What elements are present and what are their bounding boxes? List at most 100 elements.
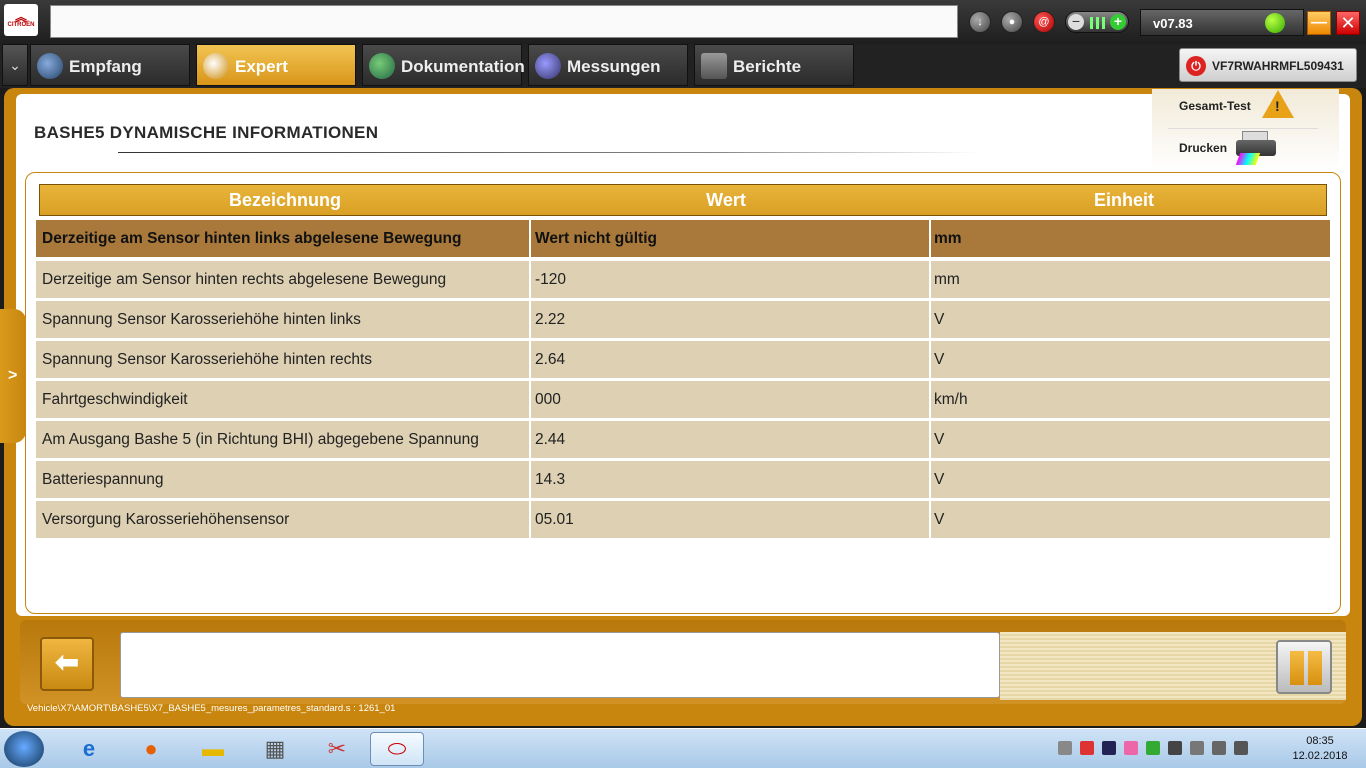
cell-name: Spannung Sensor Karosseriehöhe hinten li…	[36, 301, 529, 338]
pause-icon	[1308, 651, 1322, 685]
tray-icon[interactable]	[1102, 741, 1116, 755]
cell-unit: mm	[931, 220, 1330, 257]
version-badge: v07.83	[1140, 9, 1304, 36]
message-box	[120, 632, 1000, 698]
citroen-logo: ︽ CITROËN	[4, 4, 38, 36]
tray-check-icon[interactable]	[1146, 741, 1160, 755]
cell-value: 2.22	[531, 301, 929, 338]
clock[interactable]: 08:35 12.02.2018	[1282, 734, 1358, 764]
globe-icon[interactable]	[1265, 13, 1285, 33]
cell-unit: km/h	[931, 381, 1330, 418]
pause-button[interactable]	[1276, 640, 1332, 694]
tab-expert[interactable]: Expert	[196, 44, 356, 86]
table-row[interactable]: Batteriespannung 14.3 V	[36, 461, 1330, 498]
user-icon[interactable]: ●	[1001, 11, 1023, 33]
table-row[interactable]: Fahrtgeschwindigkeit 000 km/h	[36, 381, 1330, 418]
cell-value: 2.44	[531, 421, 929, 458]
table-row[interactable]: Spannung Sensor Karosseriehöhe hinten li…	[36, 301, 1330, 338]
firefox-icon[interactable]: ●	[124, 732, 178, 766]
back-button[interactable]: ⬅	[40, 637, 94, 691]
top-bar: ︽ CITROËN ↓ ● @ − + v07.83 — ✕	[0, 0, 1366, 44]
table-row[interactable]: Versorgung Karosseriehöhensensor 05.01 V	[36, 501, 1330, 538]
tab-empfang[interactable]: Empfang	[30, 44, 190, 86]
address-field[interactable]	[50, 5, 958, 38]
cell-value: 2.64	[531, 341, 929, 378]
volume-minus-icon[interactable]: −	[1068, 14, 1084, 30]
tray-icon[interactable]	[1080, 741, 1094, 755]
volume-control[interactable]: − +	[1065, 11, 1129, 33]
cell-name: Spannung Sensor Karosseriehöhe hinten re…	[36, 341, 529, 378]
start-button[interactable]	[4, 731, 44, 767]
tab-messungen[interactable]: Messungen	[528, 44, 688, 86]
table-row[interactable]: Derzeitige am Sensor hinten rechts abgel…	[36, 261, 1330, 298]
cell-unit: V	[931, 461, 1330, 498]
gesamt-test-button[interactable]: Gesamt-Test	[1179, 99, 1251, 113]
column-header-wert: Wert	[706, 190, 746, 210]
waveform-icon	[535, 53, 561, 79]
cell-unit: V	[931, 301, 1330, 338]
chevron-right-icon: >	[8, 367, 18, 384]
cell-value: -120	[531, 261, 929, 298]
volume-level-icon	[1090, 17, 1108, 29]
vin-button[interactable]: ⏻ VF7RWAHRMFL509431	[1179, 48, 1357, 82]
calculator-icon[interactable]: ▦	[248, 732, 302, 766]
volume-plus-icon[interactable]: +	[1110, 14, 1126, 30]
arrow-left-icon: ⬅	[54, 646, 80, 679]
folder-icon[interactable]: ▬	[186, 732, 240, 766]
cell-name: Versorgung Karosseriehöhensensor	[36, 501, 529, 538]
table-row[interactable]: Spannung Sensor Karosseriehöhe hinten re…	[36, 341, 1330, 378]
tab-label: Expert	[235, 57, 288, 76]
printer-icon[interactable]	[1235, 131, 1276, 165]
warning-icon[interactable]: !	[1262, 90, 1294, 118]
tray-icon[interactable]	[1058, 741, 1072, 755]
network-icon[interactable]	[1212, 741, 1226, 755]
download-icon[interactable]: ↓	[969, 11, 991, 33]
tray-icon[interactable]	[1124, 741, 1138, 755]
speaker-icon[interactable]	[1234, 741, 1248, 755]
tools-icon[interactable]: ✂	[310, 732, 364, 766]
status-path: Vehicle\X7\AMORT\BASHE5\X7_BASHE5_mesure…	[27, 703, 396, 714]
book-icon	[369, 53, 395, 79]
page-title: BASHE5 DYNAMISCHE INFORMATIONEN	[34, 123, 379, 142]
side-panel-toggle[interactable]: >	[0, 309, 26, 443]
tab-dokumentation[interactable]: Dokumentation	[362, 44, 525, 86]
battery-icon[interactable]	[1190, 741, 1204, 755]
tab-berichte[interactable]: Berichte	[694, 44, 854, 86]
internet-explorer-icon[interactable]: e	[62, 732, 116, 766]
drucken-button[interactable]: Drucken	[1179, 141, 1227, 155]
minimize-button[interactable]: —	[1307, 11, 1331, 35]
tab-label: Berichte	[733, 57, 802, 76]
cell-name: Batteriespannung	[36, 461, 529, 498]
column-header-bezeichnung: Bezeichnung	[228, 190, 341, 210]
cell-value: Wert nicht gültig	[531, 220, 929, 257]
pause-icon	[1290, 651, 1304, 685]
cell-value: 14.3	[531, 461, 929, 498]
cell-value: 05.01	[531, 501, 929, 538]
cell-name: Fahrtgeschwindigkeit	[36, 381, 529, 418]
power-icon: ⏻	[1186, 56, 1206, 76]
cell-unit: mm	[931, 261, 1330, 298]
cell-unit: V	[931, 421, 1330, 458]
tab-label: Messungen	[567, 57, 661, 76]
flag-icon[interactable]	[1168, 741, 1182, 755]
tab-bar: ⌄ Empfang Expert Dokumentation Messungen…	[0, 44, 1366, 88]
clock-date: 12.02.2018	[1292, 750, 1348, 762]
cell-name: Derzeitige am Sensor hinten rechts abgel…	[36, 261, 529, 298]
cell-unit: V	[931, 341, 1330, 378]
cell-name: Am Ausgang Bashe 5 (in Richtung BHI) abg…	[36, 421, 529, 458]
windows-taskbar: e ● ▬ ▦ ✂ ⬭ 08:35 12.02.2018	[0, 728, 1366, 768]
at-mail-icon[interactable]: @	[1033, 11, 1055, 33]
divider	[1168, 128, 1318, 129]
cell-value: 000	[531, 381, 929, 418]
magnifier-icon	[203, 53, 229, 79]
table-row[interactable]: Am Ausgang Bashe 5 (in Richtung BHI) abg…	[36, 421, 1330, 458]
close-button[interactable]: ✕	[1336, 11, 1360, 35]
home-icon	[37, 53, 63, 79]
report-icon	[701, 53, 727, 79]
diagbox-app-icon[interactable]: ⬭	[370, 732, 424, 766]
table-row[interactable]: Derzeitige am Sensor hinten links abgele…	[36, 220, 1330, 257]
table-header: Bezeichnung Wert Einheit	[39, 184, 1327, 216]
chevron-down-icon[interactable]: ⌄	[2, 44, 28, 86]
column-header-einheit: Einheit	[1093, 190, 1154, 210]
tab-label: Dokumentation	[401, 57, 525, 76]
